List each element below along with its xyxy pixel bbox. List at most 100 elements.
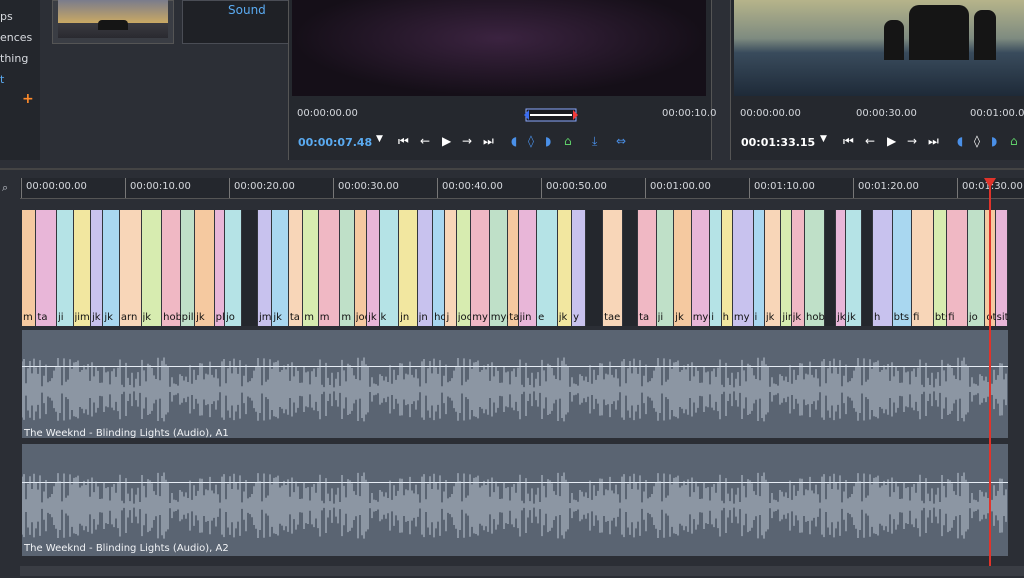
- video-clip[interactable]: [721, 210, 733, 326]
- video-clip[interactable]: [585, 210, 604, 326]
- record-mark-out-icon[interactable]: ◗: [991, 134, 997, 148]
- menu-item-current[interactable]: t: [0, 73, 4, 86]
- video-clip[interactable]: [622, 210, 639, 326]
- video-clip[interactable]: [518, 210, 538, 326]
- video-clip[interactable]: [36, 210, 58, 326]
- video-clip[interactable]: [318, 210, 341, 326]
- video-clip[interactable]: [417, 210, 434, 326]
- video-clip[interactable]: [57, 210, 74, 326]
- video-clip[interactable]: [638, 210, 657, 326]
- video-clip[interactable]: [379, 210, 400, 326]
- video-clip[interactable]: [22, 210, 37, 326]
- video-clip[interactable]: [557, 210, 573, 326]
- timeline-scrollbar[interactable]: [20, 566, 1024, 576]
- record-mark-in-icon[interactable]: ◖: [957, 134, 963, 148]
- mark-in-icon[interactable]: ◖: [511, 134, 517, 148]
- video-clip[interactable]: [180, 210, 196, 326]
- video-clip[interactable]: [508, 210, 519, 326]
- playhead[interactable]: [989, 180, 991, 576]
- video-clip[interactable]: [399, 210, 418, 326]
- video-clip[interactable]: [119, 210, 142, 326]
- insert-icon[interactable]: ⤓: [592, 134, 597, 149]
- video-clip[interactable]: [764, 210, 782, 326]
- video-clip[interactable]: [272, 210, 289, 326]
- source-chevron-down-icon[interactable]: ▼: [376, 134, 383, 144]
- video-clip[interactable]: [781, 210, 792, 326]
- video-clip[interactable]: [433, 210, 446, 326]
- plus-icon[interactable]: +: [22, 92, 36, 106]
- video-clip[interactable]: [835, 210, 847, 326]
- record-add-marker-icon[interactable]: ⌂: [1010, 134, 1018, 148]
- video-clip[interactable]: [445, 210, 457, 326]
- mark-out-icon[interactable]: ◗: [545, 134, 551, 148]
- video-clip[interactable]: [214, 210, 225, 326]
- video-clip[interactable]: [861, 210, 874, 326]
- menu-item-clips[interactable]: ps: [0, 10, 13, 23]
- add-marker-icon[interactable]: ⌂: [564, 134, 572, 148]
- video-clip[interactable]: [257, 210, 273, 326]
- record-step-forward-icon[interactable]: →: [907, 134, 917, 148]
- mark-clip-icon[interactable]: ◊: [528, 134, 534, 148]
- video-clip[interactable]: [537, 210, 558, 326]
- video-clip-label: joo: [355, 312, 367, 323]
- video-clip[interactable]: [846, 210, 862, 326]
- ruler-tick: [437, 178, 438, 198]
- video-clip[interactable]: [340, 210, 355, 326]
- source-current-time[interactable]: 00:00:07.48: [298, 136, 372, 149]
- record-go-to-end-icon[interactable]: ⏭: [928, 134, 939, 149]
- video-clip[interactable]: [824, 210, 836, 326]
- overwrite-icon[interactable]: ⇔: [616, 134, 626, 148]
- video-clip[interactable]: [456, 210, 472, 326]
- magnifier-icon[interactable]: ⌕: [2, 181, 8, 195]
- video-clip[interactable]: [805, 210, 825, 326]
- video-clip[interactable]: [873, 210, 893, 326]
- video-clip[interactable]: [103, 210, 120, 326]
- step-forward-icon[interactable]: →: [462, 134, 472, 148]
- video-clip[interactable]: [141, 210, 163, 326]
- video-clip[interactable]: [354, 210, 368, 326]
- play-icon[interactable]: ▶: [442, 134, 451, 148]
- video-clip[interactable]: [656, 210, 675, 326]
- ruler-tick-label: 00:01:10.00: [754, 181, 815, 192]
- video-clip[interactable]: [572, 210, 586, 326]
- video-clip[interactable]: [367, 210, 380, 326]
- video-clip[interactable]: [791, 210, 806, 326]
- video-clip[interactable]: [674, 210, 692, 326]
- video-clip[interactable]: [691, 210, 711, 326]
- record-current-time[interactable]: 00:01:33.15: [741, 136, 815, 149]
- record-chevron-down-icon[interactable]: ▼: [820, 134, 827, 144]
- video-clip[interactable]: [195, 210, 215, 326]
- video-clip[interactable]: [224, 210, 243, 326]
- video-clip[interactable]: [732, 210, 754, 326]
- video-clip[interactable]: [753, 210, 765, 326]
- go-to-start-icon[interactable]: ⏮: [398, 134, 409, 149]
- video-clip[interactable]: [933, 210, 948, 326]
- video-clip[interactable]: [489, 210, 509, 326]
- video-clip[interactable]: [162, 210, 181, 326]
- menu-item-matching[interactable]: thing: [0, 52, 28, 65]
- video-clip[interactable]: [91, 210, 104, 326]
- video-clip[interactable]: [603, 210, 623, 326]
- go-to-end-icon[interactable]: ⏭: [483, 134, 494, 149]
- step-back-icon[interactable]: ←: [420, 134, 430, 148]
- record-step-back-icon[interactable]: ←: [865, 134, 875, 148]
- video-clip[interactable]: [471, 210, 490, 326]
- video-clip[interactable]: [892, 210, 913, 326]
- video-clip[interactable]: [288, 210, 304, 326]
- record-play-icon[interactable]: ▶: [887, 134, 896, 148]
- video-clip[interactable]: [242, 210, 258, 326]
- video-clip[interactable]: [995, 210, 1008, 326]
- bin-thumbnail-image: [58, 0, 168, 38]
- ruler-tick-label: 00:01:20.00: [858, 181, 919, 192]
- record-mark-clip-icon[interactable]: ◊: [974, 134, 980, 148]
- bin-label[interactable]: Sound: [228, 3, 266, 17]
- video-clip[interactable]: [967, 210, 986, 326]
- source-scrubber[interactable]: [524, 108, 578, 122]
- video-clip[interactable]: [73, 210, 91, 326]
- video-clip[interactable]: [710, 210, 722, 326]
- video-clip[interactable]: [303, 210, 319, 326]
- record-go-to-start-icon[interactable]: ⏮: [843, 134, 854, 149]
- video-clip[interactable]: [912, 210, 934, 326]
- video-clip[interactable]: [947, 210, 968, 326]
- menu-item-sequences[interactable]: ences: [0, 31, 32, 44]
